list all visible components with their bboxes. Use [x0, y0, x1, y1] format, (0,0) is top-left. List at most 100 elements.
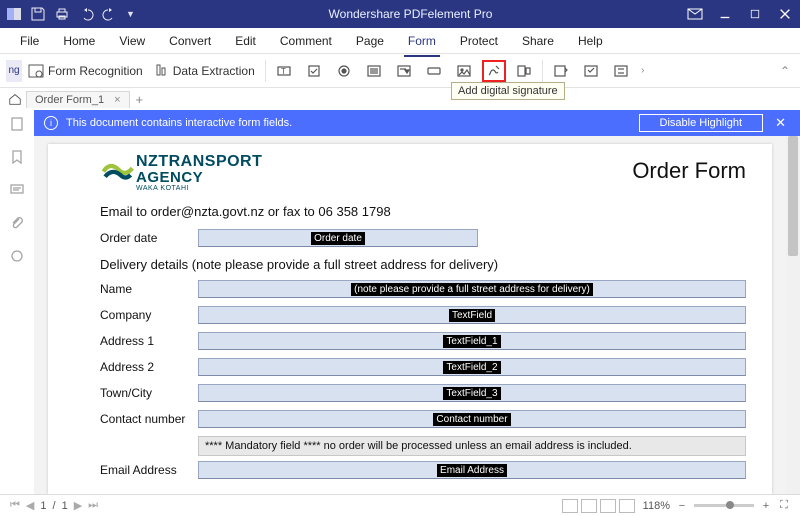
data-extraction-button[interactable]: Data Extraction [149, 60, 259, 82]
zoom-in-icon[interactable]: + [760, 500, 772, 512]
image-tool[interactable] [452, 60, 476, 82]
ribbon-separator [542, 60, 543, 82]
ribbon: ng Form Recognition Data Extraction T › … [0, 54, 800, 88]
document-title: Order Form [632, 158, 746, 184]
zoom-out-icon[interactable]: − [676, 500, 688, 512]
text-field-tool[interactable]: T [272, 60, 296, 82]
field-tag: TextField_1 [443, 335, 500, 348]
view-two-page-icon[interactable] [600, 499, 616, 513]
document-tabs: Order Form_1 × + [0, 88, 800, 110]
last-page-icon[interactable]: ⏭ [88, 499, 98, 512]
scrollbar-thumb[interactable] [788, 136, 798, 256]
undo-icon[interactable] [78, 6, 94, 22]
menu-file[interactable]: File [10, 30, 49, 52]
form-tool-10[interactable] [549, 60, 573, 82]
view-mode-group [562, 499, 635, 513]
ribbon-scroll-right[interactable]: › [635, 60, 651, 82]
prev-page-icon[interactable]: ◀ [26, 499, 34, 512]
company-field[interactable]: TextField [198, 306, 746, 324]
search-panel-icon[interactable] [9, 248, 25, 267]
form-tool-11[interactable] [579, 60, 603, 82]
form-recognition-button[interactable]: Form Recognition [24, 60, 147, 82]
combobox-tool[interactable] [392, 60, 416, 82]
form-tool-9[interactable] [512, 60, 536, 82]
info-icon: i [44, 116, 58, 130]
bookmarks-icon[interactable] [9, 149, 25, 168]
view-continuous-icon[interactable] [581, 499, 597, 513]
page-viewport[interactable]: NZTRANSPORT AGENCY WAKA KOTAHI Order For… [34, 136, 786, 494]
home-tab-icon[interactable] [6, 90, 24, 108]
save-icon[interactable] [30, 6, 46, 22]
name-field[interactable]: (note please provide a full street addre… [198, 280, 746, 298]
field-tag: Contact number [433, 413, 510, 426]
ribbon-separator [265, 60, 266, 82]
disable-highlight-button[interactable]: Disable Highlight [639, 114, 764, 132]
menu-convert[interactable]: Convert [159, 30, 221, 52]
view-two-continuous-icon[interactable] [619, 499, 635, 513]
order-date-field[interactable]: Order date [198, 229, 478, 247]
menu-share[interactable]: Share [512, 30, 564, 52]
minimize-button[interactable] [716, 5, 734, 23]
new-tab-button[interactable]: + [132, 92, 148, 107]
field-tag: Email Address [437, 464, 507, 477]
menu-home[interactable]: Home [53, 30, 105, 52]
address2-field[interactable]: TextField_2 [198, 358, 746, 376]
app-title: Wondershare PDFelement Pro [135, 7, 686, 21]
menu-help[interactable]: Help [568, 30, 613, 52]
vertical-scrollbar[interactable] [786, 136, 800, 494]
page-current[interactable]: 1 [40, 500, 46, 512]
view-single-icon[interactable] [562, 499, 578, 513]
zoom-slider[interactable] [694, 504, 754, 507]
ribbon-scroll-left[interactable]: ng [6, 60, 22, 82]
redo-icon[interactable] [102, 6, 118, 22]
tooltip: Add digital signature [451, 82, 565, 100]
menu-view[interactable]: View [109, 30, 155, 52]
digital-signature-tool[interactable] [482, 60, 506, 82]
page-total: 1 [62, 500, 68, 512]
town-field[interactable]: TextField_3 [198, 384, 746, 402]
checkbox-tool[interactable] [302, 60, 326, 82]
button-tool[interactable] [422, 60, 446, 82]
email-label: Email Address [100, 463, 198, 477]
radio-tool[interactable] [332, 60, 356, 82]
data-extraction-label: Data Extraction [173, 64, 255, 78]
form-recognition-label: Form Recognition [48, 64, 143, 78]
logo: NZTRANSPORT AGENCY WAKA KOTAHI [100, 154, 262, 192]
fullscreen-icon[interactable]: ⛶ [778, 499, 790, 512]
document-tab[interactable]: Order Form_1 × [26, 91, 130, 108]
zoom-value[interactable]: 118% [643, 500, 670, 512]
email-field[interactable]: Email Address [198, 461, 746, 479]
email-instruction: Email to order@nzta.govt.nz or fax to 06… [100, 204, 746, 219]
banner-close-icon[interactable]: ✕ [771, 115, 790, 131]
attachments-icon[interactable] [9, 215, 25, 234]
maximize-button[interactable] [746, 5, 764, 23]
zoom-control: 118% − + ⛶ [643, 499, 790, 512]
print-icon[interactable] [54, 6, 70, 22]
form-tool-12[interactable] [609, 60, 633, 82]
next-page-icon[interactable]: ▶ [74, 499, 82, 512]
form-tools-group: T [272, 60, 536, 82]
first-page-icon[interactable]: ⏮ [10, 499, 20, 512]
close-button[interactable] [776, 5, 794, 23]
menu-comment[interactable]: Comment [270, 30, 342, 52]
qat-dropdown-icon[interactable]: ▼ [126, 9, 135, 19]
thumbnails-icon[interactable] [9, 116, 25, 135]
app-logo-icon [6, 6, 22, 22]
menu-protect[interactable]: Protect [450, 30, 508, 52]
contact-field[interactable]: Contact number [198, 410, 746, 428]
field-tag: TextField_3 [443, 387, 500, 400]
mail-icon[interactable] [686, 5, 704, 23]
list-tool[interactable] [362, 60, 386, 82]
title-bar-right [686, 5, 794, 23]
address1-field[interactable]: TextField_1 [198, 332, 746, 350]
tab-close-icon[interactable]: × [114, 94, 120, 106]
menu-edit[interactable]: Edit [225, 30, 266, 52]
contact-label: Contact number [100, 412, 198, 426]
menu-page[interactable]: Page [346, 30, 394, 52]
document-area: i This document contains interactive for… [34, 110, 800, 494]
comments-icon[interactable] [9, 182, 25, 201]
company-label: Company [100, 308, 198, 322]
logo-line-1: NZTRANSPORT [136, 154, 262, 170]
menu-form[interactable]: Form [398, 30, 446, 52]
ribbon-collapse[interactable]: ⌃ [776, 64, 794, 78]
